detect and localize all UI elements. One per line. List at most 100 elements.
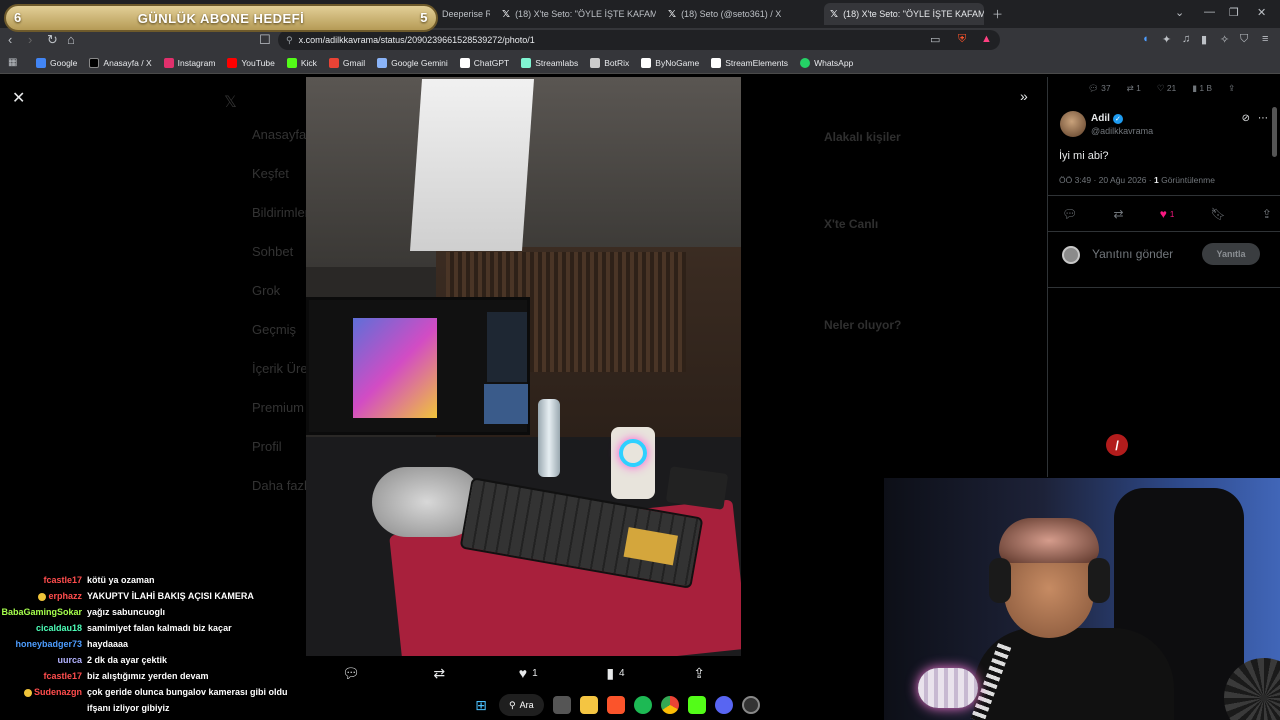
bookmark-google[interactable]: Google [36, 57, 77, 68]
maximize-icon[interactable]: ❐ [1229, 6, 1239, 19]
reply-submit-button[interactable]: Yanıtla [1202, 243, 1260, 265]
tab-seto-tweet-active[interactable]: 𝕏 (18) X'te Seto: "ÖYLE İŞTE KAFAM ✕ [824, 3, 984, 25]
bookmark-chatgpt[interactable]: ChatGPT [459, 57, 509, 68]
chrome-icon[interactable] [660, 696, 679, 714]
share-icon[interactable]: ⇪ [1262, 207, 1272, 221]
brave-shield-icon[interactable]: ⛨ [958, 33, 966, 46]
bookmark-gemini[interactable]: Google Gemini [377, 57, 448, 68]
nav-explore[interactable]: Keşfet [252, 166, 289, 181]
apps-grid-icon[interactable]: ▦ [8, 57, 17, 68]
menu-icon[interactable]: ≡ [1262, 33, 1268, 45]
bookmark-icon[interactable]: 🔖︎ [1210, 207, 1225, 221]
chat-username[interactable]: uurca [0, 655, 82, 665]
new-tab-icon[interactable]: ＋ [992, 6, 1003, 22]
brave-rewards-icon[interactable]: ▲ [981, 33, 992, 45]
nav-profile[interactable]: Profil [252, 439, 282, 454]
bookmark-gmail[interactable]: Gmail [328, 57, 365, 68]
stream-app-icon[interactable] [687, 696, 706, 714]
reply-icon[interactable]: 💬︎ [1062, 207, 1077, 221]
nav-create[interactable]: İçerik Üret [252, 361, 311, 376]
chat-username[interactable]: honeybadger73 [0, 639, 82, 649]
nav-premium[interactable]: Premium [252, 400, 304, 415]
cast-icon[interactable]: ▭ [930, 33, 940, 46]
more-options-icon[interactable]: ⋯ [1258, 113, 1268, 124]
obs-icon[interactable] [741, 696, 760, 714]
window-close-icon[interactable]: ✕ [1257, 6, 1266, 19]
reload-icon[interactable]: ↻ [47, 32, 58, 48]
reply-button[interactable]: 💬︎ [342, 665, 365, 682]
scrollbar[interactable] [1272, 107, 1277, 157]
bookmark-x-home[interactable]: Anasayfa / X [89, 57, 152, 68]
sidebar-icon[interactable]: ▮ [1201, 33, 1207, 46]
bookmark-instagram[interactable]: Instagram [163, 57, 215, 68]
retweet-stat[interactable]: ⇄ 1 [1127, 83, 1141, 94]
nav-history[interactable]: Geçmiş [252, 322, 296, 337]
collapse-panel-icon[interactable]: » [1020, 88, 1028, 104]
bookmark-icon[interactable]: ☐ [259, 32, 271, 48]
nav-chat[interactable]: Sohbet [252, 244, 293, 259]
home-icon[interactable]: ⌂ [67, 32, 75, 47]
chevron-down-icon[interactable]: ⌄ [1175, 6, 1184, 19]
nav-grok[interactable]: Grok [252, 283, 280, 298]
chat-username[interactable]: erphazz [0, 591, 82, 601]
windows-start-icon[interactable]: ⊞ [472, 696, 490, 714]
chat-username[interactable]: BabaGamingSokar [0, 607, 82, 617]
chat-message: Sudenazgn çok geride olunca bungalov kame… [0, 684, 306, 700]
leo-ai-icon[interactable]: ✧ [1220, 33, 1229, 46]
bookmark-youtube[interactable]: YouTube [227, 57, 275, 68]
chat-username[interactable]: fcastle17 [0, 671, 82, 681]
task-view-icon[interactable] [552, 696, 571, 714]
minimize-icon[interactable]: — [1204, 6, 1215, 18]
like-stat[interactable]: ♡ 21 [1157, 83, 1176, 94]
like-button-liked[interactable]: ♥ 1 [1160, 207, 1175, 221]
chat-username[interactable]: fcastle17 [0, 575, 82, 585]
taskbar-search-label: Ara [519, 700, 534, 710]
taskbar-search[interactable]: ⚲ Ara [499, 694, 544, 716]
back-icon[interactable]: ‹ [8, 32, 12, 47]
bookmark-bynogame[interactable]: ByNoGame [641, 57, 699, 68]
retweet-icon: ⇄ [433, 664, 446, 681]
share-icon[interactable]: ⇪ [1228, 83, 1235, 94]
nav-home[interactable]: Anasayfa [252, 127, 306, 142]
tab-deeperise[interactable]: Deeperise Ra [436, 3, 490, 25]
author-name[interactable]: Adil ✓ [1091, 113, 1123, 124]
spotify-icon[interactable] [633, 696, 652, 714]
webcam-overlay [884, 478, 1280, 720]
avatar[interactable] [1060, 111, 1086, 137]
vpn-icon[interactable]: ⛉ [1240, 33, 1248, 46]
views-stat[interactable]: ▮ 1 B [1192, 83, 1212, 94]
like-button[interactable]: ♥ 1 [519, 665, 538, 681]
bookmark-streamlabs[interactable]: Streamlabs [521, 57, 579, 68]
retweet-icon[interactable]: ⇄ [1113, 207, 1123, 221]
close-icon[interactable]: ✕ [12, 88, 25, 108]
grok-icon[interactable]: ⊘ [1242, 113, 1250, 124]
chat-username[interactable]: cicaldau18 [0, 623, 82, 633]
extensions-icon[interactable]: ✦ [1162, 33, 1171, 46]
tab-seto-tweet-1[interactable]: 𝕏 (18) X'te Seto: "ÖYLE İŞTE KAFAMIZA [496, 3, 656, 25]
reply-stat[interactable]: 💬︎ 37 [1088, 83, 1111, 94]
views-button[interactable]: ▮ 4 [606, 665, 624, 682]
audio-icon[interactable]: ◖ [1142, 33, 1149, 45]
share-button[interactable]: ⇪ [693, 665, 705, 682]
bookmark-kick[interactable]: Kick [286, 57, 317, 68]
retweet-button[interactable]: ⇄ [433, 665, 450, 682]
forward-icon[interactable]: › [28, 32, 32, 47]
chat-username[interactable]: Sudenazgn [0, 687, 82, 697]
screen: Deeperise Ra 𝕏 (18) X'te Seto: "ÖYLE İŞT… [0, 0, 1280, 720]
site-settings-icon[interactable]: ⚲ [286, 35, 293, 46]
music-icon[interactable]: ♫ [1182, 33, 1190, 45]
file-explorer-icon[interactable] [579, 696, 598, 714]
bookmark-streamelements[interactable]: StreamElements [711, 57, 788, 68]
discord-icon[interactable] [714, 696, 733, 714]
bookmark-label: Streamlabs [535, 57, 579, 68]
author-handle[interactable]: @adilkkavrama [1091, 126, 1153, 136]
brave-browser-icon[interactable] [606, 696, 625, 714]
bookmark-botrix[interactable]: BotRix [590, 57, 629, 68]
nav-notifications[interactable]: Bildirimler [252, 205, 309, 220]
tab-seto-profile[interactable]: 𝕏 (18) Seto (@seto361) / X [662, 3, 822, 25]
nav-more[interactable]: Daha fazla [252, 478, 314, 493]
url-field[interactable]: ⚲ x.com/adilkkavrama/status/209023966152… [278, 30, 1000, 50]
reply-input[interactable]: Yanıtını gönder [1092, 247, 1173, 261]
tweet-timestamp[interactable]: ÖÖ 3:49 · 20 Ağu 2026 · [1059, 175, 1154, 185]
bookmark-whatsapp[interactable]: WhatsApp [800, 57, 853, 68]
